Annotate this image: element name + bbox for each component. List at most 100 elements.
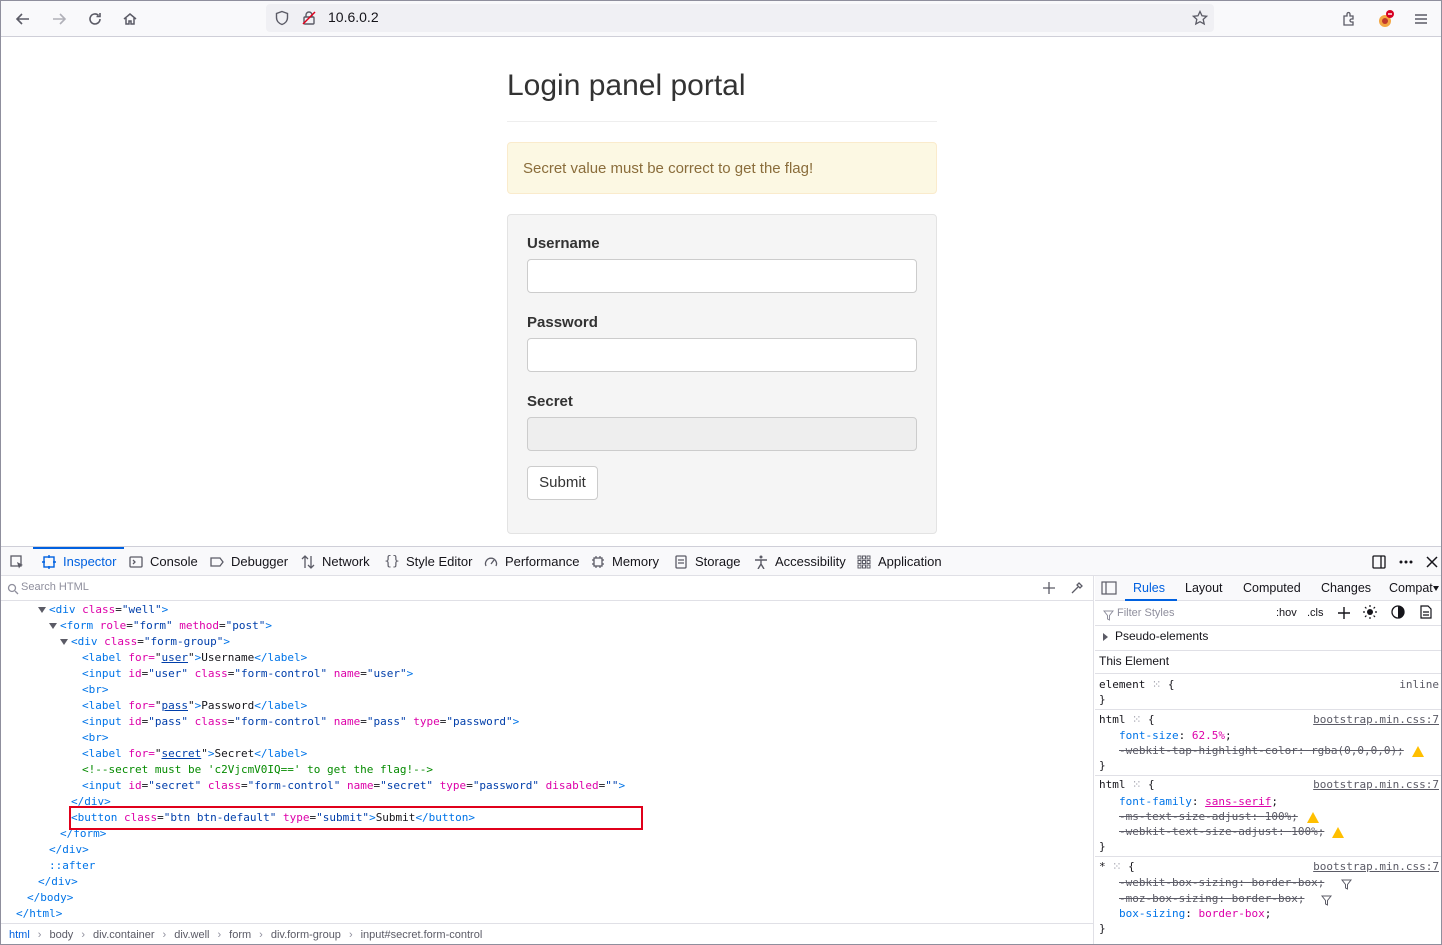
tree-node-comment[interactable]: <!--secret must be 'c2VjcmV0IQ==' to get… — [82, 762, 433, 778]
tree-node-div-form-group[interactable]: <div class="form-group"> — [71, 634, 230, 650]
tree-node-br[interactable]: <br> — [82, 682, 109, 698]
addon-fox-icon[interactable] — [1371, 5, 1399, 33]
declaration[interactable]: font-family: sans-serif; — [1119, 795, 1278, 808]
forward-arrow-icon[interactable] — [45, 5, 73, 33]
search-html-input[interactable]: Search HTML — [21, 581, 321, 593]
tree-node-label-secret[interactable]: <label for="secret">Secret</label> — [82, 746, 307, 762]
filter-styles-input[interactable]: Filter Styles — [1117, 607, 1174, 619]
hover-states-toggle[interactable]: :hov — [1276, 607, 1297, 619]
breadcrumb-item[interactable]: input#secret.form-control — [361, 929, 483, 941]
reload-icon[interactable] — [81, 5, 109, 33]
tab-accessibility[interactable]: Accessibility — [753, 547, 846, 576]
declaration-overridden[interactable]: -ms-text-size-adjust: 100%; — [1119, 810, 1298, 823]
tree-node-label-pass[interactable]: <label for="pass">Password</label> — [82, 698, 307, 714]
expand-twisty-icon[interactable] — [38, 607, 46, 613]
add-rule-icon[interactable] — [1338, 606, 1350, 624]
more-options-icon[interactable] — [1392, 547, 1420, 576]
rule-html-selector[interactable]: html ⁙ { — [1099, 778, 1155, 791]
eyedropper-icon[interactable] — [1070, 581, 1084, 600]
print-media-icon[interactable] — [1420, 605, 1432, 624]
tab-console[interactable]: Console — [128, 547, 198, 576]
network-icon — [300, 554, 316, 570]
insecure-lock-icon[interactable] — [301, 10, 317, 30]
tab-performance[interactable]: Performance — [483, 547, 579, 576]
declaration-overridden[interactable]: -webkit-tap-highlight-color: rgba(0,0,0,… — [1119, 744, 1404, 757]
breadcrumb-item[interactable]: form — [229, 929, 251, 941]
extensions-icon[interactable] — [1335, 5, 1363, 33]
attr-value-link[interactable]: secret — [162, 747, 202, 760]
class-toggle[interactable]: .cls — [1307, 607, 1324, 619]
tab-debugger[interactable]: Debugger — [209, 547, 288, 576]
tree-node-div-well[interactable]: <div class="well"> — [49, 602, 168, 618]
hamburger-menu-icon[interactable] — [1407, 5, 1435, 33]
dark-theme-contrast-icon[interactable] — [1391, 605, 1405, 624]
rule-source-link[interactable]: bootstrap.min.css:7 — [1313, 860, 1439, 873]
tree-node-close-div[interactable]: </div> — [38, 874, 78, 890]
rule-source-link[interactable]: bootstrap.min.css:7 — [1313, 713, 1439, 726]
filter-funnel-icon[interactable] — [1320, 893, 1333, 911]
chevron-right-icon[interactable] — [1103, 633, 1108, 641]
grid-dots-icon: ⁙ — [1112, 860, 1122, 873]
tracking-shield-icon[interactable] — [274, 10, 290, 30]
declaration-overridden[interactable]: -webkit-box-sizing: border-box; — [1119, 876, 1324, 889]
rule-universal-selector[interactable]: * ⁙ { — [1099, 860, 1135, 873]
declaration-overridden[interactable]: -moz-box-sizing: border-box; — [1119, 892, 1304, 905]
tree-node-after-pseudo[interactable]: ::after — [49, 858, 95, 874]
tab-inspector[interactable]: Inspector — [33, 547, 125, 576]
tab-rules[interactable]: Rules — [1133, 581, 1165, 595]
tree-node-br[interactable]: <br> — [82, 730, 109, 746]
tab-network[interactable]: Network — [300, 547, 370, 576]
declaration[interactable]: font-size: 62.5%; — [1119, 729, 1232, 742]
url-text[interactable]: 10.6.0.2 — [328, 9, 379, 25]
back-arrow-icon[interactable] — [9, 5, 37, 33]
pick-element-icon[interactable] — [3, 547, 31, 576]
tree-node-input-pass[interactable]: <input id="pass" class="form-control" na… — [82, 714, 519, 730]
expand-twisty-icon[interactable] — [60, 639, 68, 645]
toggle-sidebar-icon[interactable] — [1101, 581, 1117, 600]
breadcrumb-item[interactable]: div.form-group — [271, 929, 341, 941]
tree-node-close-html[interactable]: </html> — [16, 906, 62, 922]
add-node-icon[interactable] — [1042, 581, 1056, 600]
tree-node-input-secret[interactable]: <input id="secret" class="form-control" … — [82, 778, 625, 794]
attr-name: id — [128, 779, 142, 792]
tree-node-close-div[interactable]: </div> — [49, 842, 89, 858]
tab-style-editor[interactable]: {} Style Editor — [384, 547, 472, 576]
tab-layout[interactable]: Layout — [1185, 581, 1223, 595]
address-bar[interactable]: 10.6.0.2 — [266, 4, 1214, 32]
password-input[interactable] — [527, 338, 917, 372]
breadcrumb-item[interactable]: html — [9, 929, 30, 941]
breadcrumb-item[interactable]: div.container — [93, 929, 155, 941]
tab-application[interactable]: Application — [856, 547, 942, 576]
breadcrumb-item[interactable]: body — [49, 929, 73, 941]
tree-node-form[interactable]: <form role="form" method="post"> — [60, 618, 272, 634]
rule-element-selector[interactable]: element ⁙ { — [1099, 678, 1174, 691]
attr-value-link[interactable]: user — [162, 651, 189, 664]
rule-html-selector[interactable]: html ⁙ { — [1099, 713, 1155, 726]
submit-button[interactable]: Submit — [527, 466, 598, 500]
light-theme-sun-icon[interactable] — [1363, 605, 1377, 624]
rule-source-link[interactable]: bootstrap.min.css:7 — [1313, 778, 1439, 791]
tab-memory[interactable]: Memory — [590, 547, 659, 576]
tab-compat[interactable]: Compat — [1389, 581, 1433, 595]
tree-node-input-user[interactable]: <input id="user" class="form-control" na… — [82, 666, 413, 682]
chevron-down-icon[interactable] — [1433, 586, 1439, 591]
close-devtools-icon[interactable] — [1418, 547, 1441, 576]
home-icon[interactable] — [116, 5, 144, 33]
expand-twisty-icon[interactable] — [49, 623, 57, 629]
tree-node-label-user[interactable]: <label for="user">Username</label> — [82, 650, 307, 666]
filter-funnel-icon[interactable] — [1340, 877, 1353, 895]
tab-changes[interactable]: Changes — [1321, 581, 1371, 595]
tab-computed[interactable]: Computed — [1243, 581, 1301, 595]
tab-storage[interactable]: Storage — [673, 547, 741, 576]
attr-value-link[interactable]: pass — [162, 699, 189, 712]
attr-value: "secret" — [380, 779, 434, 792]
dock-side-icon[interactable] — [1365, 547, 1393, 576]
declaration-overridden[interactable]: -webkit-text-size-adjust: 100%; — [1119, 825, 1324, 838]
username-input[interactable] — [527, 259, 917, 293]
declaration[interactable]: box-sizing: border-box; — [1119, 907, 1271, 920]
bookmark-star-icon[interactable] — [1191, 9, 1209, 30]
tree-node-close-body[interactable]: </body> — [27, 890, 73, 906]
pseudo-elements-toggle[interactable]: Pseudo-elements — [1115, 629, 1208, 643]
storage-icon — [673, 554, 689, 570]
breadcrumb-item[interactable]: div.well — [174, 929, 209, 941]
